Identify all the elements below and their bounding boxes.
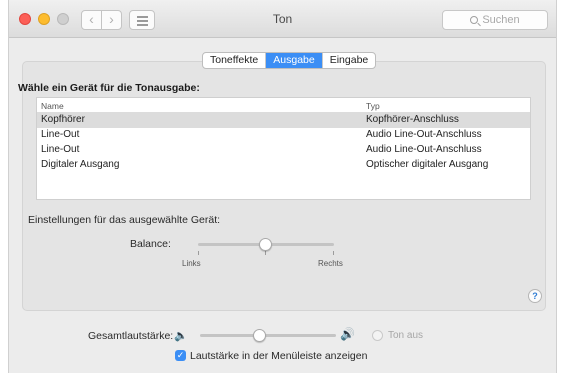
balance-tick (265, 251, 266, 255)
tab-eingabe[interactable]: Eingabe (323, 53, 376, 68)
table-row[interactable]: Line-Out Audio Line-Out-Anschluss (37, 143, 530, 158)
column-header-type[interactable]: Typ (366, 101, 380, 111)
menubar-volume-checkbox[interactable]: ✓ (175, 350, 186, 361)
device-name: Line-Out (41, 129, 80, 140)
mute-label: Ton aus (388, 330, 424, 341)
balance-label: Balance: (130, 238, 171, 250)
device-type: Kopfhörer-Anschluss (366, 114, 459, 125)
output-device-table: Name Typ Kopfhörer Kopfhörer-Anschluss L… (36, 97, 531, 200)
tab-toneffekte[interactable]: Toneffekte (203, 53, 267, 68)
table-row[interactable]: Line-Out Audio Line-Out-Anschluss (37, 128, 530, 143)
balance-left-label: Links (182, 259, 201, 268)
output-volume-slider-thumb[interactable] (253, 329, 266, 342)
table-row[interactable]: Kopfhörer Kopfhörer-Anschluss (37, 113, 530, 128)
output-volume-slider-track[interactable] (200, 334, 336, 337)
column-header-name[interactable]: Name (41, 101, 64, 111)
speaker-high-icon: 🔊 (340, 327, 355, 341)
search-icon (470, 16, 479, 24)
output-heading: Wähle ein Gerät für die Tonausgabe: (18, 82, 200, 94)
speaker-low-icon: 🔈 (174, 330, 188, 342)
tab-ausgabe[interactable]: Ausgabe (266, 53, 323, 68)
device-settings-label: Einstellungen für das ausgewählte Gerät: (28, 214, 221, 226)
help-button[interactable]: ? (528, 289, 542, 303)
table-row[interactable]: Digitaler Ausgang Optischer digitaler Au… (37, 158, 530, 173)
table-header: Name Typ (37, 98, 530, 113)
title-bar: ‹ › Ton Suchen (9, 0, 556, 38)
device-type: Optischer digitaler Ausgang (366, 159, 489, 170)
device-name: Digitaler Ausgang (41, 159, 120, 170)
mute-checkbox[interactable] (372, 330, 383, 341)
device-type: Audio Line-Out-Anschluss (366, 129, 482, 140)
device-type: Audio Line-Out-Anschluss (366, 144, 482, 155)
balance-right-label: Rechts (318, 259, 343, 268)
balance-tick (333, 251, 334, 255)
search-field[interactable]: Suchen (442, 10, 548, 30)
balance-tick (198, 251, 199, 255)
search-placeholder: Suchen (482, 14, 520, 26)
output-volume-label: Gesamtlautstärke: (88, 330, 174, 342)
menubar-volume-label: Lautstärke in der Menüleiste anzeigen (190, 350, 368, 362)
balance-slider-thumb[interactable] (259, 238, 272, 251)
device-name: Line-Out (41, 144, 80, 155)
device-name: Kopfhörer (41, 114, 85, 125)
tab-bar: Toneffekte Ausgabe Eingabe (202, 52, 377, 69)
